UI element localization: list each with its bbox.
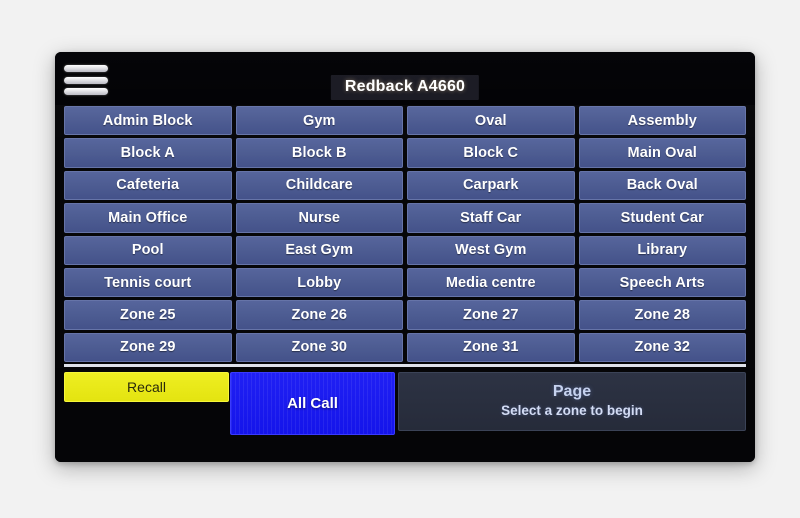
zone-button[interactable]: Oval — [407, 106, 575, 136]
zone-button[interactable]: Zone 32 — [578, 332, 746, 362]
page-button[interactable]: Page Select a zone to begin — [398, 372, 746, 431]
zone-button[interactable]: Zone 26 — [235, 300, 403, 330]
page-root: Redback A4660 Admin Block Gym Oval Assem… — [0, 0, 800, 518]
page-button-subtitle: Select a zone to begin — [501, 402, 643, 418]
zone-button[interactable]: Lobby — [235, 267, 403, 298]
zone-button[interactable]: Zone 25 — [64, 300, 232, 330]
page-title: Redback A4660 — [344, 78, 466, 95]
zone-button[interactable]: East Gym — [235, 235, 403, 265]
zone-button[interactable]: Zone 31 — [407, 332, 575, 362]
zone-button[interactable]: Block B — [235, 138, 403, 168]
zone-button[interactable]: Block A — [64, 138, 232, 168]
zone-button[interactable]: Cafeteria — [64, 170, 232, 201]
zone-button[interactable]: Nurse — [235, 203, 403, 233]
zone-button[interactable]: Block C — [407, 138, 575, 168]
zone-button[interactable]: Media centre — [407, 267, 575, 298]
zone-button[interactable]: Speech Arts — [578, 267, 746, 298]
zone-button[interactable]: Staff Car — [407, 203, 575, 233]
zone-button[interactable]: Library — [578, 235, 746, 265]
zone-button[interactable]: Admin Block — [64, 106, 232, 136]
zone-button[interactable]: Zone 30 — [235, 332, 403, 362]
hamburger-bar-3 — [64, 88, 108, 95]
zone-button[interactable]: Main Oval — [578, 138, 746, 168]
top-bar: Redback A4660 — [55, 52, 755, 105]
hamburger-menu-icon[interactable] — [63, 63, 109, 97]
zone-button[interactable]: Childcare — [235, 170, 403, 201]
touch-panel-device: Redback A4660 Admin Block Gym Oval Assem… — [55, 52, 755, 462]
zone-button[interactable]: Main Office — [64, 203, 232, 233]
title-plate: Redback A4660 — [330, 75, 480, 100]
zone-button[interactable]: Zone 29 — [64, 332, 232, 362]
all-call-button[interactable]: All Call — [230, 372, 395, 435]
page-button-title: Page — [552, 383, 592, 401]
zone-button[interactable]: West Gym — [407, 235, 575, 265]
zone-button[interactable]: Assembly — [578, 106, 746, 136]
zone-button[interactable]: Pool — [64, 235, 232, 265]
zone-button[interactable]: Student Car — [578, 203, 746, 233]
hamburger-bar-2 — [64, 76, 108, 84]
zone-button[interactable]: Back Oval — [578, 170, 746, 201]
zone-button[interactable]: Gym — [235, 106, 403, 136]
hamburger-bar-1 — [64, 65, 108, 72]
zone-button[interactable]: Carpark — [407, 170, 575, 201]
zone-button[interactable]: Tennis court — [64, 267, 232, 298]
recall-button[interactable]: Recall — [64, 372, 229, 402]
zone-button[interactable]: Zone 27 — [407, 300, 575, 330]
bottom-action-bar: Recall All Call Page Select a zone to be… — [55, 368, 755, 462]
zone-button[interactable]: Zone 28 — [578, 300, 746, 330]
zone-grid: Admin Block Gym Oval Assembly Block A Bl… — [64, 106, 746, 362]
grid-separator — [64, 364, 746, 367]
